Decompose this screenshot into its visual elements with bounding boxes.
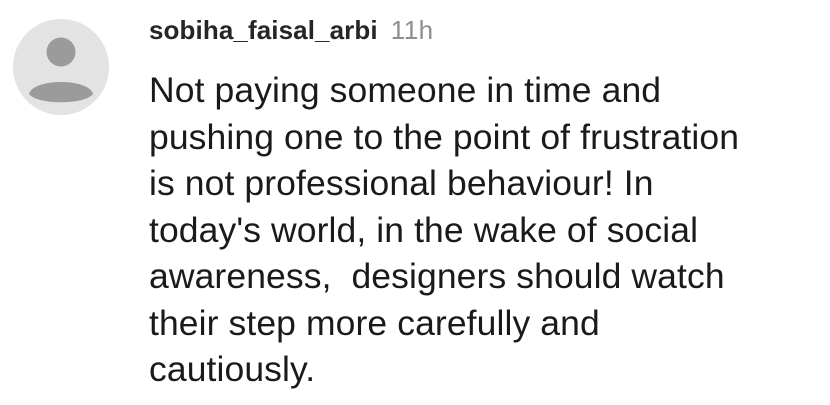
comment-header: sobiha_faisal_arbi 11h: [149, 15, 434, 55]
comment-text: Not paying someone in time and pushing o…: [149, 67, 824, 393]
default-user-avatar-icon: [13, 19, 109, 115]
comment: sobiha_faisal_arbi 11h Not paying someon…: [0, 0, 830, 405]
comment-line: is not professional behaviour! In: [149, 163, 654, 203]
comment-line: pushing one to the point of frustration: [149, 116, 740, 157]
comment-line: today's world, in the wake of social: [149, 209, 699, 250]
comment-line: awareness, designers should watch: [149, 256, 725, 296]
username-link[interactable]: sobiha_faisal_arbi: [149, 15, 378, 46]
timestamp: 11h: [390, 15, 434, 45]
comment-line: Not paying someone in time and: [149, 70, 662, 110]
comment-line: their step more carefully and: [149, 302, 600, 343]
avatar[interactable]: [13, 19, 109, 115]
comment-line: cautiously.: [149, 349, 316, 389]
